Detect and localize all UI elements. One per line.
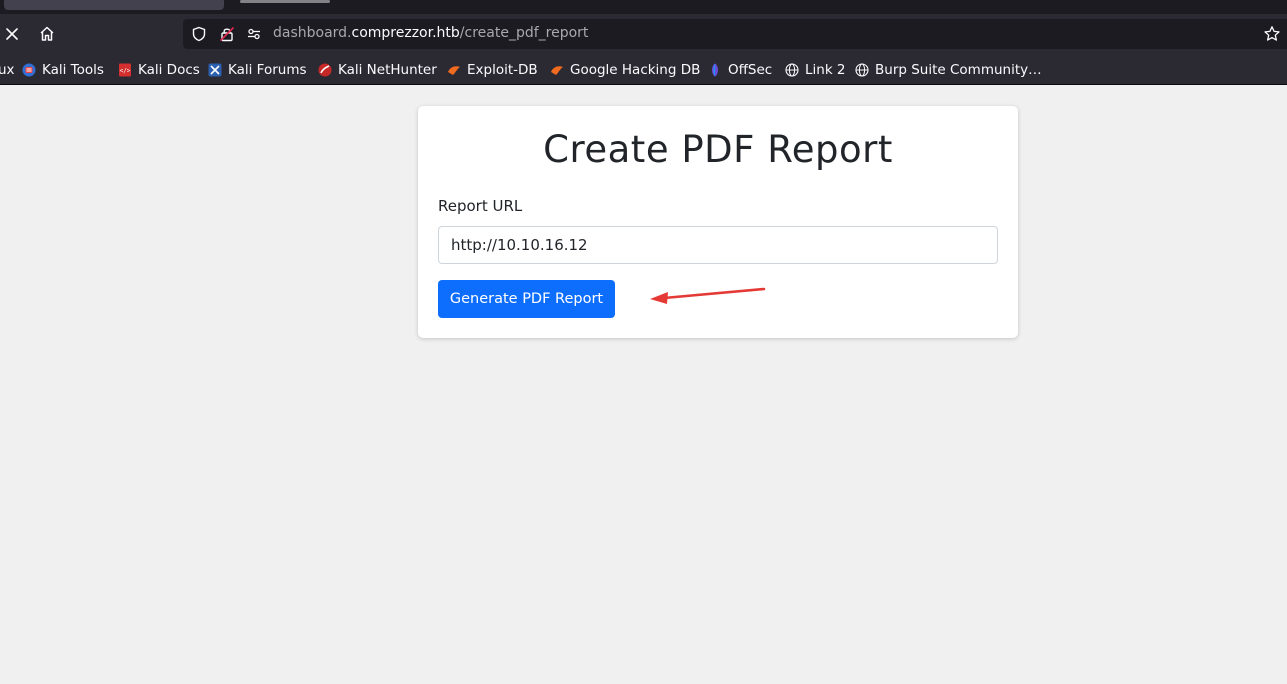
- bookmark-kali-nethunter[interactable]: Kali NetHunter: [318, 60, 437, 80]
- bookmark-label: OffSec: [728, 62, 773, 78]
- kali-docs-icon: </>: [119, 63, 131, 77]
- close-icon: [6, 28, 18, 40]
- exploit-db-icon: [448, 66, 460, 75]
- tab-strip: [0, 0, 1287, 14]
- bookmark-label: ux: [0, 62, 15, 78]
- bookmark-label: Burp Suite Community…: [875, 62, 1042, 78]
- bookmark-label: Exploit-DB: [467, 62, 538, 78]
- bookmark-label: Link 2: [805, 62, 846, 78]
- bookmark-label: Google Hacking DB: [570, 62, 701, 78]
- globe-icon: [855, 63, 869, 77]
- kali-tools-icon: [22, 63, 36, 77]
- kali-nethunter-icon: [318, 63, 332, 77]
- bookmark-linux-partial[interactable]: ux: [0, 60, 15, 80]
- insecure-lock-icon[interactable]: [219, 26, 235, 42]
- bookmark-exploit-db[interactable]: Exploit-DB: [447, 60, 538, 80]
- bookmark-label: Kali NetHunter: [338, 62, 437, 78]
- active-tab[interactable]: [4, 0, 224, 10]
- bookmark-burp-suite[interactable]: Burp Suite Community…: [855, 60, 1042, 80]
- bookmark-label: Kali Docs: [138, 62, 200, 78]
- bookmark-kali-forums[interactable]: Kali Forums: [208, 60, 307, 80]
- address-bar[interactable]: dashboard.comprezzor.htb/create_pdf_repo…: [183, 19, 1287, 49]
- url-host: comprezzor.htb: [351, 25, 460, 41]
- page-title: Create PDF Report: [543, 128, 893, 171]
- bookmarks-toolbar: ux Kali Tools </> Kali Docs Kali Forums …: [0, 54, 1287, 85]
- bookmark-star-icon[interactable]: [1263, 25, 1281, 43]
- globe-icon: [785, 63, 799, 77]
- bookmark-link-2[interactable]: Link 2: [785, 60, 846, 80]
- annotation-arrow-icon: [650, 287, 766, 304]
- generate-pdf-report-button[interactable]: Generate PDF Report: [438, 280, 615, 318]
- url-prefix: dashboard.: [273, 25, 352, 41]
- svg-text:</>: </>: [120, 68, 131, 75]
- bookmark-kali-docs[interactable]: </> Kali Docs: [118, 60, 200, 80]
- shield-icon[interactable]: [191, 26, 207, 42]
- report-url-input[interactable]: [438, 226, 998, 264]
- site-permissions-icon[interactable]: [246, 26, 262, 42]
- url-text[interactable]: dashboard.comprezzor.htb/create_pdf_repo…: [273, 25, 588, 41]
- bookmark-label: Kali Tools: [42, 62, 104, 78]
- report-url-label: Report URL: [438, 197, 523, 215]
- inactive-tab[interactable]: [232, 0, 352, 8]
- offsec-icon: [712, 63, 718, 77]
- bookmark-google-hacking-db[interactable]: Google Hacking DB: [550, 60, 700, 80]
- google-hacking-db-icon: [551, 66, 563, 75]
- navigation-bar: dashboard.comprezzor.htb/create_pdf_repo…: [0, 14, 1287, 54]
- stop-loading-button[interactable]: [0, 20, 26, 48]
- bookmark-offsec[interactable]: OffSec: [708, 60, 772, 80]
- url-path: /create_pdf_report: [459, 25, 589, 41]
- home-icon: [40, 26, 54, 41]
- bookmark-kali-tools[interactable]: Kali Tools: [22, 60, 104, 80]
- home-button[interactable]: [33, 20, 61, 48]
- bookmark-label: Kali Forums: [228, 62, 307, 78]
- kali-forums-icon: [208, 63, 222, 77]
